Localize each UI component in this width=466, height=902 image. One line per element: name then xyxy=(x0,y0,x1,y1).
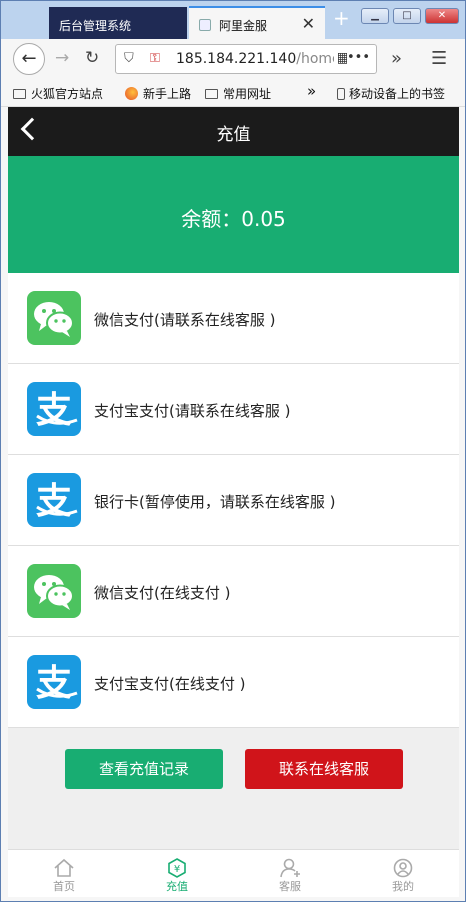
payment-method-label: 银行卡(暂停使用，请联系在线客服 ) xyxy=(94,493,336,511)
nav-service-label: 客服 xyxy=(279,880,301,893)
bookmark-label: 新手上路 xyxy=(143,87,192,101)
svg-text:支: 支 xyxy=(36,481,72,522)
tab-strip: 后台管理系统 阿里金服 ✕ + ▁ □ ✕ xyxy=(1,1,465,39)
shield-icon: ⛉ xyxy=(124,51,134,66)
bookmark-label: 移动设备上的书签 xyxy=(349,87,446,101)
nav-recharge[interactable]: ¥ 充值 xyxy=(121,850,233,897)
maximize-window-icon[interactable]: □ xyxy=(393,8,421,24)
page-header: 充值 xyxy=(8,107,459,156)
bookmarks-bar: 火狐官方站点 新手上路 常用网址 » 移动设备上的书签 xyxy=(1,79,465,107)
bookmark-mobile[interactable]: 移动设备上的书签 xyxy=(337,85,445,102)
mobile-device-icon xyxy=(337,88,345,100)
balance-banner: 余额：0.05 xyxy=(8,156,459,273)
url-host: 185.184.221.140 xyxy=(176,51,297,67)
insecure-lock-icon: ⚿ xyxy=(150,51,160,66)
nav-profile[interactable]: 我的 xyxy=(347,850,459,897)
nav-profile-label: 我的 xyxy=(392,880,414,893)
payment-method-item[interactable]: 微信支付(在线支付 ) xyxy=(8,546,459,637)
tab-admin-label: 后台管理系统 xyxy=(59,19,132,33)
forward-icon[interactable]: → xyxy=(55,48,69,68)
payment-method-label: 微信支付(请联系在线客服 ) xyxy=(94,311,276,329)
svg-text:¥: ¥ xyxy=(174,864,180,875)
back-icon[interactable]: ← xyxy=(13,43,45,75)
bookmark-label: 火狐官方站点 xyxy=(31,87,104,101)
payment-method-item[interactable]: 支 支付宝支付(在线支付 ) xyxy=(8,637,459,728)
bookmark-getting-started[interactable]: 新手上路 xyxy=(125,85,191,102)
nav-home-label: 首页 xyxy=(53,880,75,893)
menu-icon[interactable]: ☰ xyxy=(431,48,447,69)
tab-active[interactable]: 阿里金服 ✕ xyxy=(189,6,325,39)
bookmark-firefox-site[interactable]: 火狐官方站点 xyxy=(13,85,103,102)
home-icon xyxy=(54,858,74,877)
bookmark-common-sites[interactable]: 常用网址 xyxy=(205,85,271,102)
overflow-chevron-icon[interactable]: » xyxy=(391,48,402,69)
alipay-icon: 支 xyxy=(27,382,81,436)
tab-admin[interactable]: 后台管理系统 xyxy=(49,7,187,39)
page-actions-icon[interactable]: ••• xyxy=(346,50,370,65)
close-window-icon[interactable]: ✕ xyxy=(425,8,459,24)
minimize-window-icon[interactable]: ▁ xyxy=(361,8,389,24)
payment-method-item[interactable]: 支 支付宝支付(请联系在线客服 ) xyxy=(8,364,459,455)
nav-home[interactable]: 首页 xyxy=(8,850,120,897)
wechat-pay-icon xyxy=(27,564,81,618)
bookmarks-overflow-icon[interactable]: » xyxy=(307,82,316,100)
profile-icon xyxy=(393,858,413,878)
payment-method-list: 微信支付(请联系在线客服 ) 支 支付宝支付(请联系在线客服 ) 支 银行卡(暂… xyxy=(8,273,459,728)
alipay-icon: 支 xyxy=(27,473,81,527)
nav-recharge-label: 充值 xyxy=(166,880,188,893)
reload-icon[interactable]: ↻ xyxy=(85,48,99,68)
close-tab-icon[interactable]: ✕ xyxy=(302,14,315,33)
svg-text:支: 支 xyxy=(36,663,72,704)
address-bar[interactable]: ⛉ ⚿ 185.184.221.140/home/ ▦ ••• xyxy=(115,44,377,74)
wechat-pay-icon xyxy=(27,291,81,345)
firefox-icon xyxy=(125,87,138,100)
page-title: 充值 xyxy=(216,125,251,145)
folder-icon xyxy=(205,89,218,99)
balance-text: 余额：0.05 xyxy=(181,207,286,231)
bookmark-label: 常用网址 xyxy=(223,87,272,101)
svg-text:支: 支 xyxy=(36,390,72,431)
alipay-icon: 支 xyxy=(27,655,81,709)
recharge-history-button[interactable]: 查看充值记录 xyxy=(65,749,223,789)
recharge-icon: ¥ xyxy=(168,858,186,878)
contact-service-button[interactable]: 联系在线客服 xyxy=(245,749,403,789)
tab-active-label: 阿里金服 xyxy=(219,19,268,33)
payment-method-label: 支付宝支付(请联系在线客服 ) xyxy=(94,402,291,420)
nav-service[interactable]: 客服 xyxy=(234,850,346,897)
browser-window: 后台管理系统 阿里金服 ✕ + ▁ □ ✕ ← → ↻ ⛉ ⚿ 185.184.… xyxy=(0,0,466,902)
payment-method-item[interactable]: 支 银行卡(暂停使用，请联系在线客服 ) xyxy=(8,455,459,546)
payment-method-label: 微信支付(在线支付 ) xyxy=(94,584,231,602)
page-content: 充值 余额：0.05 微信支付(请联系在线客服 ) 支 支付宝支付(请联系在线客… xyxy=(8,107,459,897)
navigation-bar: ← → ↻ ⛉ ⚿ 185.184.221.140/home/ ▦ ••• » … xyxy=(1,39,465,79)
folder-icon xyxy=(13,89,26,99)
bottom-nav: 首页 ¥ 充值 客服 我的 xyxy=(8,849,459,897)
page-favicon-icon xyxy=(199,19,211,31)
payment-method-item[interactable]: 微信支付(请联系在线客服 ) xyxy=(8,273,459,364)
customer-service-icon xyxy=(280,858,300,878)
payment-method-label: 支付宝支付(在线支付 ) xyxy=(94,675,246,693)
new-tab-icon[interactable]: + xyxy=(333,6,350,30)
